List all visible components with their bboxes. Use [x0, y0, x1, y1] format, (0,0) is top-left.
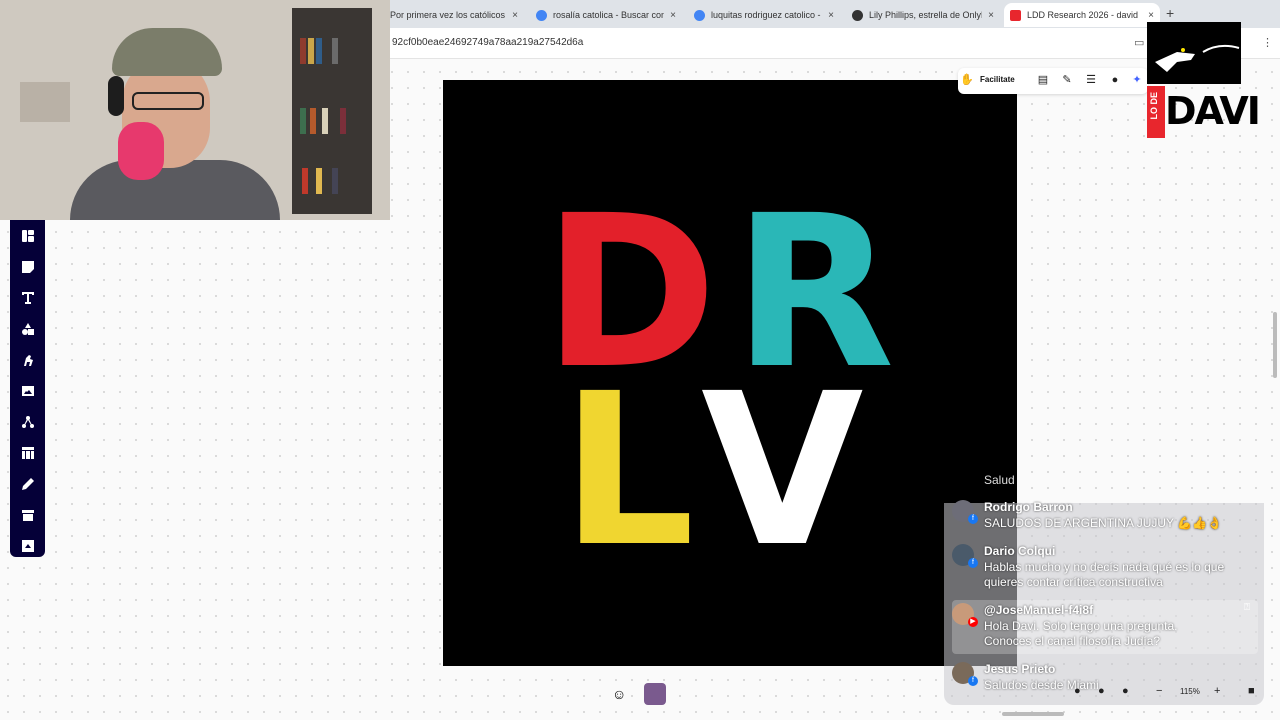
logo-big-text: DAVI — [1165, 89, 1261, 133]
stream-logo: LO DE DAVI — [1147, 22, 1261, 138]
facebook-badge-icon: f — [968, 676, 978, 686]
frame-icon[interactable] — [10, 499, 45, 530]
shapes-icon[interactable] — [10, 313, 45, 344]
zoom-level[interactable]: 115% — [1180, 687, 1200, 696]
chat-message: f Dario Colqui Hablas mucho y no decís n… — [952, 544, 1258, 590]
user-icon[interactable]: ● — [1108, 73, 1122, 87]
site-favicon-icon — [852, 9, 863, 21]
chat-author: Jesus Prieto — [984, 662, 1056, 676]
emoji-icon[interactable] — [10, 344, 45, 375]
templates-icon[interactable] — [10, 220, 45, 251]
browser-tab-active[interactable]: LDD Research 2026 - david × — [1004, 3, 1160, 27]
sticky-note-icon[interactable] — [10, 251, 45, 282]
user-avatar-button[interactable] — [644, 683, 666, 705]
tab-close-icon[interactable]: × — [988, 10, 994, 21]
undo-icon[interactable]: ● — [1074, 685, 1081, 697]
layout-icon[interactable]: ▤ — [1036, 73, 1050, 87]
webcam-feed — [0, 0, 390, 220]
help-icon[interactable]: ● — [1122, 685, 1129, 697]
facilitate-icon[interactable]: ✋ — [960, 73, 974, 87]
sparkle-icon[interactable]: ✦ — [1130, 73, 1144, 87]
person-cap — [112, 28, 222, 76]
board-left-toolbar — [10, 220, 45, 557]
logo-small-text: LO DE — [1149, 92, 1159, 120]
redo-icon[interactable]: ● — [1098, 685, 1105, 697]
chat-text: Hola Davi. Solo tengo una pregunta. Cono… — [984, 619, 1178, 648]
zoom-out-button[interactable]: − — [1156, 685, 1162, 697]
browser-tab[interactable]: Por primera vez los católicos × — [384, 3, 524, 27]
zoom-in-button[interactable]: + — [1214, 685, 1220, 697]
image-icon[interactable] — [10, 375, 45, 406]
tab-close-icon[interactable]: × — [670, 10, 676, 21]
facilitate-button[interactable]: Facilitate — [980, 75, 1015, 84]
pen-icon[interactable] — [10, 468, 45, 499]
tab-label: Por primera vez los católicos — [390, 10, 506, 20]
tab-label: rosalía catolica - Buscar con — [553, 10, 665, 20]
wall-frame — [20, 82, 70, 122]
chat-text: SALUDOS DE ARGENTINA JUJUY 💪👍👌 — [984, 516, 1222, 530]
tab-close-icon[interactable]: × — [828, 10, 834, 21]
facebook-badge-icon: f — [968, 558, 978, 568]
letter-l: L — [561, 348, 695, 593]
upload-icon[interactable] — [10, 530, 45, 561]
facebook-badge-icon: f — [968, 514, 978, 524]
tab-label: LDD Research 2026 - david — [1027, 10, 1139, 20]
tab-label: luquitas rodriguez catolico - — [711, 10, 821, 20]
chat-author: @JoseManuel-f4i8f — [984, 603, 1094, 617]
youtube-badge-icon: ▶ — [968, 617, 978, 627]
google-favicon-icon — [694, 9, 705, 21]
chat-message: f Rodrigo Barron SALUDOS DE ARGENTINA JU… — [952, 500, 1258, 536]
board-top-toolbar: ✋ Facilitate ▤ ✎ ☰ ● ✦ — [958, 68, 1148, 94]
chat-author: Dario Colqui — [984, 544, 1056, 558]
diagram-icon[interactable] — [10, 406, 45, 437]
new-tab-button[interactable]: + — [1166, 5, 1174, 21]
chat-icon[interactable]: ☰ — [1084, 73, 1098, 87]
microphone — [118, 122, 164, 180]
tab-label: Lily Phillips, estrella de OnlyF — [869, 10, 983, 20]
chat-text: Hablas mucho y no decís nada qué es lo q… — [984, 560, 1225, 589]
tab-close-icon[interactable]: × — [512, 10, 518, 21]
live-chat-overlay: Salud f Rodrigo Barron SALUDOS DE ARGENT… — [944, 465, 1264, 705]
glasses — [132, 92, 204, 110]
more-menu-icon[interactable]: ⋮ — [1262, 36, 1273, 49]
vertical-scrollbar[interactable] — [1273, 312, 1277, 378]
logo-hand-graphic — [1147, 22, 1241, 84]
board-image[interactable]: D R L V — [443, 80, 1017, 666]
headphone — [108, 76, 124, 116]
zoom-controls: ● ● ● − 115% + ■ — [1068, 683, 1268, 703]
comments-icon[interactable]: ✎ — [1060, 73, 1074, 87]
browser-tab[interactable]: luquitas rodriguez catolico - × — [688, 3, 840, 27]
bookshelf — [292, 8, 372, 214]
browser-tab[interactable]: Lily Phillips, estrella de OnlyF × — [846, 3, 1000, 27]
url-text[interactable]: 92cf0b0eae24692749a78aa219a27542d6a — [392, 37, 583, 48]
table-icon[interactable] — [10, 437, 45, 468]
text-icon[interactable] — [10, 282, 45, 313]
horizontal-scrollbar[interactable] — [1002, 712, 1064, 716]
chat-partial-message: Salud — [984, 473, 1015, 487]
reactions-icon[interactable]: ☺ — [612, 686, 626, 702]
chat-message-highlighted: ▶ @JoseManuel-f4i8f Hola Davi. Solo teng… — [952, 600, 1258, 654]
chat-author: Rodrigo Barron — [984, 500, 1073, 514]
letter-v: V — [701, 348, 864, 593]
miro-favicon-icon — [1010, 9, 1021, 21]
minimap-icon[interactable]: ■ — [1248, 685, 1255, 697]
question-icon: ⍰ — [1244, 602, 1250, 613]
google-favicon-icon — [536, 9, 547, 21]
person-body — [70, 160, 280, 220]
tab-close-icon[interactable]: × — [1148, 10, 1154, 21]
cast-icon[interactable]: ▭ — [1134, 36, 1144, 49]
browser-tab[interactable]: rosalía catolica - Buscar con × — [530, 3, 682, 27]
